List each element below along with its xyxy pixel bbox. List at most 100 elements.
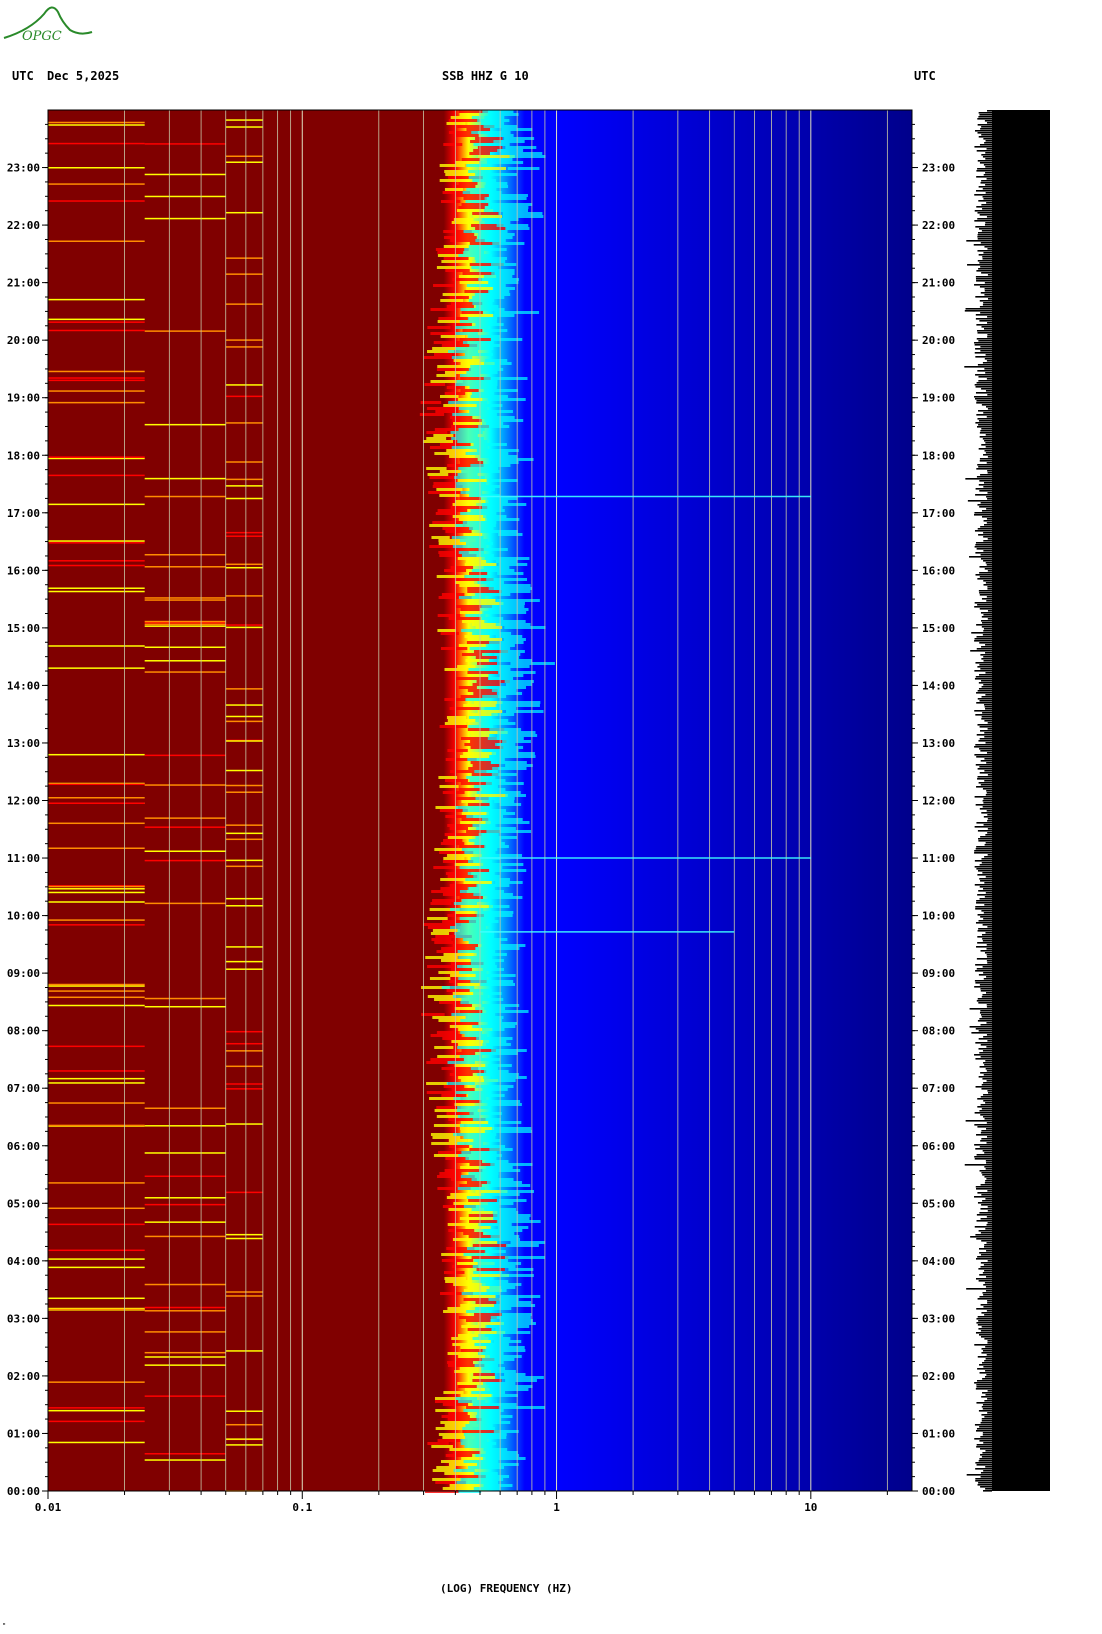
transition-noise bbox=[478, 425, 510, 428]
low-frequency-streak bbox=[225, 905, 263, 907]
transition-noise bbox=[483, 515, 507, 518]
transition-noise bbox=[427, 995, 456, 998]
transition-noise bbox=[471, 1208, 517, 1211]
y-tick-label-left: 14:00 bbox=[7, 679, 40, 692]
trace-sample bbox=[987, 274, 992, 276]
transition-noise bbox=[484, 185, 509, 188]
trace-sample bbox=[977, 528, 992, 530]
transition-noise bbox=[471, 1178, 514, 1181]
low-frequency-streak bbox=[225, 740, 263, 742]
low-frequency-streak bbox=[225, 595, 263, 597]
trace-sample bbox=[980, 1208, 992, 1210]
transition-noise bbox=[440, 299, 464, 302]
transition-noise bbox=[433, 434, 454, 437]
transition-noise bbox=[443, 1085, 465, 1088]
low-frequency-streak bbox=[225, 1410, 263, 1412]
transition-noise bbox=[465, 200, 487, 203]
trace-sample bbox=[983, 532, 992, 534]
transition-noise bbox=[487, 497, 518, 500]
transition-noise bbox=[447, 749, 468, 752]
transition-noise bbox=[476, 305, 499, 308]
transition-noise bbox=[493, 1430, 519, 1433]
transition-noise bbox=[499, 674, 524, 677]
transition-noise bbox=[481, 1283, 522, 1286]
transition-noise bbox=[459, 845, 486, 848]
transition-noise bbox=[467, 590, 502, 593]
trace-sample bbox=[986, 1022, 992, 1024]
transition-noise bbox=[479, 1238, 521, 1241]
trace-sample bbox=[985, 672, 992, 674]
trace-sample bbox=[978, 136, 992, 138]
trace-sample bbox=[982, 438, 992, 440]
trace-sample bbox=[980, 668, 992, 670]
transition-noise bbox=[466, 815, 504, 818]
trace-sample bbox=[985, 152, 992, 154]
transition-noise bbox=[473, 1139, 501, 1142]
trace-sample bbox=[981, 1456, 992, 1458]
trace-sample bbox=[983, 560, 992, 562]
low-frequency-streak bbox=[225, 566, 263, 569]
transition-noise bbox=[461, 629, 500, 632]
transition-noise bbox=[460, 491, 483, 494]
transition-noise bbox=[462, 521, 497, 524]
transition-noise bbox=[485, 782, 524, 785]
transition-noise bbox=[460, 1121, 489, 1124]
trace-sample bbox=[985, 842, 992, 844]
trace-sample bbox=[987, 1340, 992, 1342]
trace-sample bbox=[980, 430, 992, 432]
transition-noise bbox=[449, 827, 469, 830]
transition-noise bbox=[478, 1334, 504, 1337]
trace-sample bbox=[976, 1322, 992, 1324]
transition-noise bbox=[432, 929, 460, 932]
trace-sample bbox=[980, 988, 992, 990]
trace-sample bbox=[976, 692, 992, 694]
transition-noise bbox=[430, 932, 450, 935]
transition-noise bbox=[459, 896, 483, 899]
trace-sample bbox=[977, 232, 992, 234]
transition-noise bbox=[481, 1370, 516, 1373]
trace-sample bbox=[987, 814, 992, 816]
trace-sample bbox=[975, 542, 992, 544]
transition-noise bbox=[491, 761, 527, 764]
transition-noise bbox=[453, 218, 474, 221]
low-frequency-streak bbox=[48, 456, 145, 458]
transition-noise bbox=[449, 884, 478, 887]
trace-sample bbox=[984, 246, 992, 248]
x-tick-label: 10 bbox=[804, 1501, 817, 1514]
y-tick-label-right: 09:00 bbox=[922, 967, 955, 980]
trace-sample bbox=[976, 1430, 992, 1432]
transition-noise bbox=[452, 503, 477, 506]
y-tick-label-left: 01:00 bbox=[7, 1427, 40, 1440]
transition-noise bbox=[471, 1277, 494, 1280]
low-frequency-streak bbox=[144, 997, 226, 1000]
transition-noise bbox=[486, 1289, 507, 1292]
transition-noise bbox=[460, 308, 505, 311]
trace-sample bbox=[976, 270, 992, 272]
transition-noise bbox=[461, 998, 504, 1001]
transition-noise bbox=[445, 1157, 469, 1160]
trace-sample bbox=[986, 378, 992, 380]
transition-noise bbox=[457, 1382, 487, 1385]
transition-noise bbox=[458, 1076, 484, 1079]
transition-noise bbox=[483, 1070, 509, 1073]
transition-noise bbox=[443, 1271, 465, 1274]
transition-noise bbox=[470, 464, 511, 467]
transition-noise bbox=[505, 794, 526, 797]
transition-noise bbox=[491, 752, 535, 755]
trace-sample bbox=[967, 500, 992, 502]
transition-noise bbox=[499, 602, 525, 605]
trace-sample bbox=[979, 114, 992, 116]
trace-sample bbox=[985, 876, 992, 878]
trace-sample bbox=[979, 1052, 992, 1054]
trace-sample bbox=[980, 1114, 992, 1116]
transition-noise bbox=[439, 494, 460, 497]
trace-sample bbox=[987, 1206, 992, 1208]
trace-sample bbox=[976, 382, 992, 384]
transition-noise bbox=[475, 1085, 514, 1088]
low-frequency-streak bbox=[144, 817, 226, 819]
trace-sample bbox=[987, 470, 992, 472]
transition-noise bbox=[489, 1184, 531, 1187]
transition-noise bbox=[427, 326, 451, 329]
transition-noise bbox=[467, 602, 504, 605]
trace-sample bbox=[969, 1026, 992, 1028]
